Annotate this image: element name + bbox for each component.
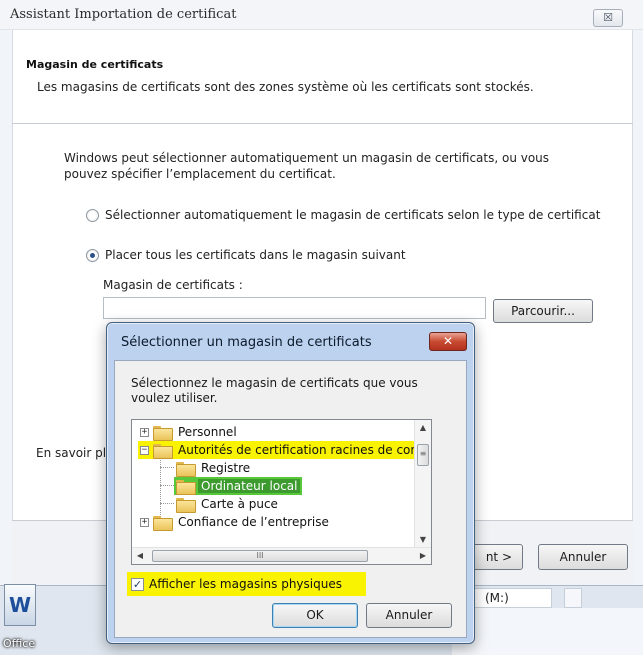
wizard-title: Assistant Importation de certificat	[10, 7, 237, 22]
next-button-label: nt >	[485, 550, 512, 564]
header-divider	[12, 123, 633, 124]
wizard-title-bar: Assistant Importation de certificat ☒	[0, 0, 643, 30]
tree-connector	[160, 485, 174, 486]
expander-plus-icon[interactable]: +	[140, 517, 149, 527]
background-explorer-pane	[452, 608, 643, 655]
scroll-down-arrow-icon[interactable]: ▼	[415, 532, 431, 548]
dialog-title: Sélectionner un magasin de certificats	[121, 335, 372, 350]
radio-auto-indicator[interactable]	[86, 208, 99, 222]
horizontal-scroll-thumb[interactable]: III	[152, 550, 368, 562]
folder-icon	[153, 515, 173, 531]
tree-vertical-scrollbar[interactable]: ▲ ≡ ▼	[414, 420, 431, 548]
dialog-cancel-button[interactable]: Annuler	[366, 603, 452, 628]
tree-item-selected-root[interactable]: − Autorités de certification racines de …	[138, 441, 428, 459]
folder-icon	[153, 443, 173, 459]
store-tree[interactable]: + Personnel − Autorités de certification…	[131, 419, 432, 565]
folder-icon	[176, 479, 196, 495]
intro-text: Windows peut sélectionner automatiquemen…	[64, 151, 550, 181]
store-field[interactable]	[103, 297, 486, 319]
tree-connector	[160, 467, 174, 468]
learn-more-link[interactable]: En savoir pl	[36, 446, 106, 460]
expander-minus-icon[interactable]: −	[140, 445, 149, 455]
section-description: Les magasins de certificats sont des zon…	[37, 80, 534, 94]
folder-icon	[176, 497, 196, 513]
close-icon: ☒	[603, 11, 613, 24]
ok-button[interactable]: OK	[272, 603, 358, 628]
expander-plus-icon[interactable]: +	[140, 427, 149, 437]
folder-icon	[153, 425, 173, 441]
scroll-right-arrow-icon[interactable]: ▶	[415, 548, 431, 564]
background-drive-cell-extra	[564, 588, 582, 608]
dialog-body: Sélectionnez le magasin de certificats q…	[114, 360, 467, 638]
tree-item-label: Registre	[201, 461, 251, 475]
tree-item-label: Ordinateur local	[198, 479, 301, 493]
wizard-close-button[interactable]: ☒	[593, 9, 623, 27]
tree-horizontal-scrollbar[interactable]: ◀ III ▶	[132, 547, 431, 564]
show-physical-stores-checkbox[interactable]: ✓	[131, 577, 144, 591]
tree-item-selected[interactable]: Ordinateur local	[174, 477, 303, 495]
tree-item-label: Confiance de l’entreprise	[178, 515, 329, 529]
radio-manual-select[interactable]: Placer tous les certificats dans le maga…	[86, 248, 406, 262]
folder-icon	[176, 461, 196, 477]
select-store-dialog: Sélectionner un magasin de certificats ✕…	[106, 322, 475, 644]
scroll-left-arrow-icon[interactable]: ◀	[132, 548, 148, 564]
tree-item[interactable]: + Confiance de l’entreprise	[140, 513, 332, 531]
dialog-instruction: Sélectionnez le magasin de certificats q…	[131, 376, 418, 405]
close-icon: ✕	[442, 334, 454, 348]
tree-item[interactable]: Registre	[176, 459, 253, 477]
dialog-close-button[interactable]: ✕	[429, 332, 467, 351]
tree-item-label: Personnel	[178, 425, 237, 439]
cancel-button[interactable]: Annuler	[538, 544, 628, 570]
office-label: Office	[3, 637, 36, 650]
office-app-icon[interactable]: W	[4, 584, 36, 626]
tree-item[interactable]: + Personnel	[140, 423, 240, 441]
store-label: Magasin de certificats :	[103, 278, 243, 292]
radio-auto-label: Sélectionner automatiquement le magasin …	[105, 208, 601, 222]
radio-manual-label: Placer tous les certificats dans le maga…	[105, 248, 406, 262]
radio-manual-indicator[interactable]	[86, 248, 99, 262]
show-physical-stores-label: Afficher les magasins physiques	[149, 577, 342, 591]
browse-button[interactable]: Parcourir...	[493, 299, 593, 323]
tree-item-label: Carte à puce	[201, 497, 278, 511]
vertical-scroll-thumb[interactable]: ≡	[417, 444, 429, 466]
show-physical-stores-option[interactable]: ✓ Afficher les magasins physiques	[127, 572, 366, 596]
tree-item[interactable]: Carte à puce	[176, 495, 281, 513]
section-title: Magasin de certificats	[26, 58, 164, 71]
tree-item-label: Autorités de certification racines de co…	[178, 443, 423, 457]
tree-connector	[160, 503, 174, 504]
radio-auto-select[interactable]: Sélectionner automatiquement le magasin …	[86, 208, 600, 222]
scroll-up-arrow-icon[interactable]: ▲	[415, 420, 431, 436]
